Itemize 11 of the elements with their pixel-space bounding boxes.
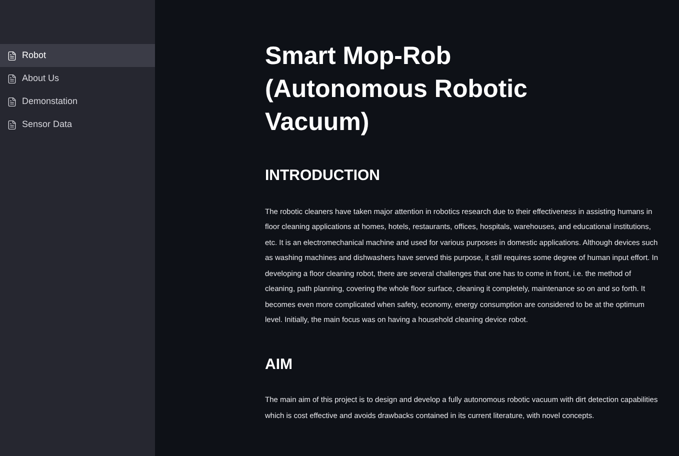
sidebar-item[interactable]: About Us bbox=[0, 67, 155, 90]
page-icon bbox=[7, 50, 17, 60]
section-heading: INTRODUCTION bbox=[265, 166, 381, 186]
sidebar-item[interactable]: Robot bbox=[0, 44, 155, 67]
page-icon bbox=[7, 96, 17, 106]
section-heading: AIM bbox=[265, 354, 294, 374]
sidebar-item[interactable]: Sensor Data bbox=[0, 113, 155, 136]
page-icon bbox=[7, 120, 17, 130]
sidebar-item[interactable]: Demonstation bbox=[0, 90, 155, 113]
page-icon bbox=[7, 74, 17, 84]
page-title: Smart Mop-Rob (Autonomous Robotic Vacuum) bbox=[265, 41, 528, 138]
